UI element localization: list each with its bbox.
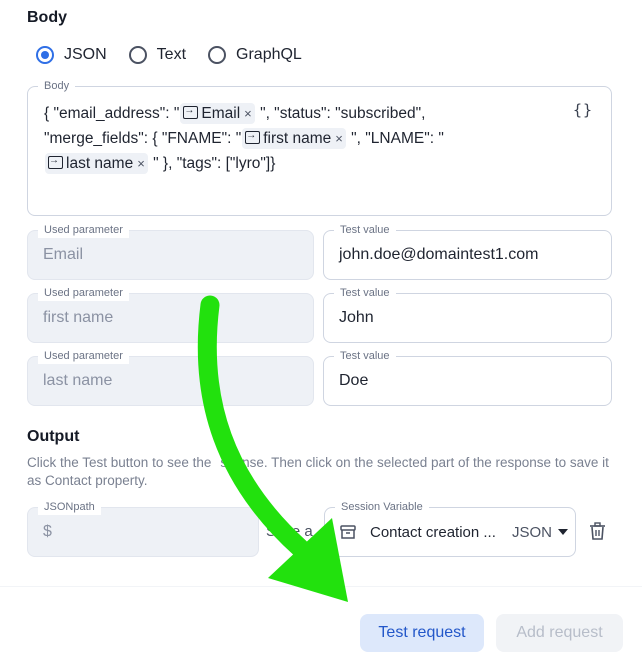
json-segment: "merge_fields": { "FNAME": "	[44, 130, 242, 147]
session-variable-type[interactable]: JSON	[512, 524, 569, 541]
test-value-legend: Test value	[334, 348, 396, 364]
variable-token-email[interactable]: Email×	[180, 102, 255, 124]
used-parameter-field-email: Used parameter Email	[27, 222, 314, 280]
used-parameter-field-first-name: Used parameter first name	[27, 285, 314, 343]
output-hint-text: Click the Test button to see the sponse. …	[27, 454, 617, 490]
body-editor-legend: Body	[38, 78, 76, 94]
jsonpath-value: $	[43, 523, 52, 540]
test-value-text[interactable]: John	[339, 309, 374, 327]
test-value-legend: Test value	[334, 222, 396, 238]
json-segment: ", "LNAME": "	[346, 130, 444, 147]
output-hint-part-a: Click the Test button to see the	[27, 455, 212, 470]
variable-icon	[245, 127, 261, 145]
jsonpath-field: JSONpath $	[27, 499, 259, 557]
session-variable-legend: Session Variable	[335, 499, 429, 515]
radio-json[interactable]: JSON	[36, 46, 107, 64]
jsonpath-legend: JSONpath	[38, 499, 101, 515]
used-parameter-field-last-name: Used parameter last name	[27, 348, 314, 406]
used-parameter-legend: Used parameter	[38, 348, 129, 364]
json-segment: ", "status": "subscribed",	[255, 105, 426, 122]
body-json-content[interactable]: { "email_address": "Email× ", "status": …	[44, 101, 604, 176]
add-request-button[interactable]: Add request	[496, 614, 623, 652]
used-parameter-legend: Used parameter	[38, 222, 129, 238]
radio-graphql-label: GraphQL	[236, 46, 302, 63]
variable-token-first-name[interactable]: first name×	[242, 127, 346, 149]
used-parameter-value: Email	[43, 246, 84, 263]
used-parameter-value: last name	[43, 372, 113, 389]
test-value-text[interactable]: Doe	[339, 372, 368, 390]
radio-text-label: Text	[156, 46, 187, 63]
output-section-title: Output	[27, 428, 80, 445]
chevron-down-icon	[558, 529, 569, 535]
used-parameter-legend: Used parameter	[38, 285, 129, 301]
variable-icon	[183, 102, 199, 120]
test-value-text[interactable]: john.doe@domaintest1.com	[339, 246, 538, 264]
remove-token-icon[interactable]: ×	[137, 156, 145, 171]
test-request-button[interactable]: Test request	[360, 614, 484, 652]
radio-text-indicator[interactable]	[128, 46, 147, 64]
format-json-icon[interactable]: {}	[573, 101, 593, 119]
body-json-editor[interactable]: Body { "email_address": "Email× ", "stat…	[27, 78, 612, 216]
token-label: Email	[201, 105, 241, 122]
token-label: last name	[66, 155, 134, 172]
session-variable-select[interactable]: Session Variable Contact creation ... JS…	[324, 499, 576, 557]
test-value-input-first-name[interactable]: Test value John	[323, 285, 612, 343]
body-type-radio-group: JSON Text GraphQL	[36, 44, 324, 66]
variable-icon	[48, 152, 63, 170]
remove-token-icon[interactable]: ×	[244, 106, 252, 121]
save-as-label: Save a	[266, 523, 313, 540]
radio-text[interactable]: Text	[128, 46, 187, 64]
radio-graphql-indicator[interactable]	[208, 46, 227, 64]
session-variable-type-label: JSON	[512, 524, 553, 541]
variable-token-last-name[interactable]: last name×	[45, 152, 148, 174]
json-segment: { "email_address": "	[44, 105, 180, 122]
test-value-input-email[interactable]: Test value john.doe@domaintest1.com	[323, 222, 612, 280]
trash-icon[interactable]	[589, 522, 606, 546]
radio-json-label: JSON	[64, 46, 107, 63]
session-variable-value: Contact creation ...	[370, 524, 496, 541]
test-value-input-last-name[interactable]: Test value Doe	[323, 348, 612, 406]
used-parameter-value: first name	[43, 309, 114, 326]
json-segment: " }, "tags": ["lyro"]}	[148, 155, 276, 172]
test-value-legend: Test value	[334, 285, 396, 301]
body-section-title: Body	[27, 9, 67, 26]
footer-divider	[0, 586, 642, 587]
radio-json-indicator[interactable]	[36, 46, 54, 64]
radio-graphql[interactable]: GraphQL	[208, 46, 302, 64]
token-label: first name	[263, 130, 332, 147]
remove-token-icon[interactable]: ×	[335, 131, 343, 146]
box-icon	[339, 523, 357, 546]
